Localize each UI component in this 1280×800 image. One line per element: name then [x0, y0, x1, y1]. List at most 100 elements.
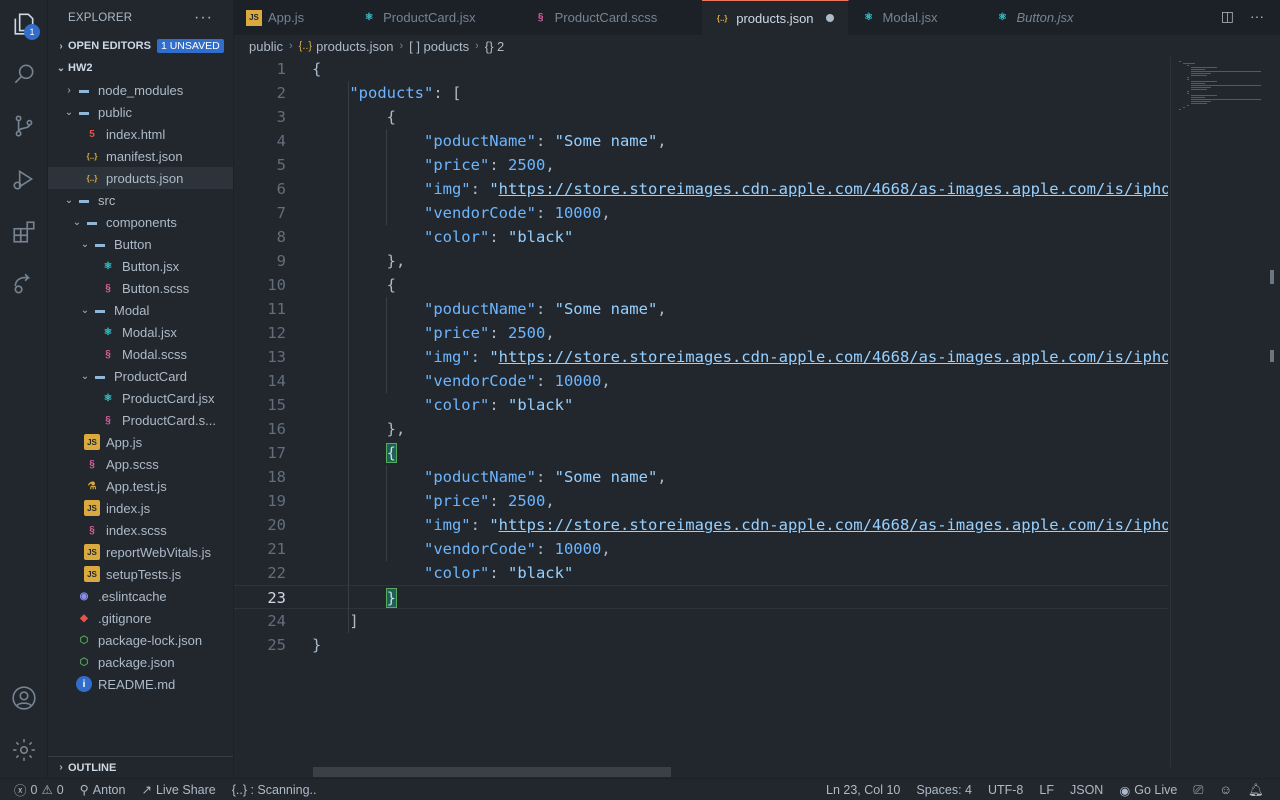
code-line[interactable]: 22 "color": "black"	[234, 561, 1168, 585]
cursor-position[interactable]: Ln 23, Col 10	[818, 783, 908, 797]
code-line[interactable]: 21 "vendorCode": 10000,	[234, 537, 1168, 561]
tree-file[interactable]: ⚛ Modal.jsx	[48, 321, 233, 343]
code-line[interactable]: 2 "poducts": [	[234, 81, 1168, 105]
code-line[interactable]: 11 "poductName": "Some name",	[234, 297, 1168, 321]
tree-file[interactable]: ⚗ App.test.js	[48, 475, 233, 497]
code-line[interactable]: 8 "color": "black"	[234, 225, 1168, 249]
outline-section[interactable]: › OUTLINE	[48, 756, 233, 778]
problems-indicator[interactable]: ⓧ 0 ⚠ 0	[0, 780, 72, 799]
search-icon[interactable]	[10, 60, 38, 88]
tree-file[interactable]: ⚛ Button.jsx	[48, 255, 233, 277]
tree-folder[interactable]: ⌄ ▬ Modal	[48, 299, 233, 321]
explorer-header: EXPLORER ···	[48, 0, 233, 35]
line-number: 15	[267, 396, 286, 414]
tree-folder[interactable]: › ▬ node_modules	[48, 79, 233, 101]
live-share-button[interactable]: ↗ Live Share	[133, 782, 223, 798]
language-mode[interactable]: JSON	[1062, 783, 1111, 797]
breadcrumb-file[interactable]: products.json	[316, 39, 393, 54]
code-line[interactable]: 1{	[234, 57, 1168, 81]
editor-tab[interactable]: ⚛ Modal.jsx	[848, 0, 983, 35]
tree-file[interactable]: § ProductCard.s...	[48, 409, 233, 431]
tree-folder[interactable]: ⌄ ▬ ProductCard	[48, 365, 233, 387]
code-line[interactable]: 5 "price": 2500,	[234, 153, 1168, 177]
terminal-icon[interactable]: ⎚	[1185, 783, 1211, 798]
user-indicator[interactable]: ⚲ Anton	[72, 782, 134, 798]
code-line[interactable]: 18 "poductName": "Some name",	[234, 465, 1168, 489]
code-line[interactable]: 24 ]	[234, 609, 1168, 633]
split-editor-icon[interactable]: ◫	[1221, 8, 1234, 25]
tree-file[interactable]: ◉ .eslintcache	[48, 585, 233, 607]
scss-file-icon: §	[89, 458, 95, 470]
code-line[interactable]: 23 }	[234, 585, 1168, 609]
breadcrumb-object[interactable]: {} 2	[485, 39, 505, 54]
feedback-icon[interactable]: ☺	[1211, 783, 1240, 797]
settings-gear-icon[interactable]	[10, 736, 38, 764]
scrollbar-marker[interactable]	[1270, 270, 1274, 284]
editor-tab[interactable]: ⚛ ProductCard.jsx	[349, 0, 521, 35]
tree-file[interactable]: ⬡ package-lock.json	[48, 629, 233, 651]
more-actions-icon[interactable]: ···	[194, 9, 213, 27]
tree-folder[interactable]: ⌄ ▬ Button	[48, 233, 233, 255]
tree-file[interactable]: § Modal.scss	[48, 343, 233, 365]
run-debug-icon[interactable]	[10, 165, 38, 193]
tree-file[interactable]: § Button.scss	[48, 277, 233, 299]
scrollbar-marker[interactable]	[1270, 350, 1274, 362]
editor-tab[interactable]: § ProductCard.scss	[520, 0, 703, 35]
encoding[interactable]: UTF-8	[980, 783, 1031, 797]
tree-folder[interactable]: ⌄ ▬ public	[48, 101, 233, 123]
code-line[interactable]: 20 "img": "https://store.storeimages.cdn…	[234, 513, 1168, 537]
editor-tab[interactable]: JS App.js	[234, 0, 350, 35]
code-line[interactable]: 17 {	[234, 441, 1168, 465]
remote-icon[interactable]	[10, 270, 38, 298]
code-line[interactable]: 4 "poductName": "Some name",	[234, 129, 1168, 153]
editor-tab[interactable]: ⚛ Button.jsx	[982, 0, 1119, 35]
tree-file[interactable]: 5 index.html	[48, 123, 233, 145]
tree-file[interactable]: ◆ .gitignore	[48, 607, 233, 629]
editor-tab[interactable]: {..} products.json	[702, 0, 849, 35]
end-of-line[interactable]: LF	[1031, 783, 1062, 797]
extensions-icon[interactable]	[10, 218, 38, 246]
open-editors-section[interactable]: › OPEN EDITORS 1 UNSAVED	[48, 35, 233, 57]
tree-file[interactable]: JS index.js	[48, 497, 233, 519]
go-live-button[interactable]: ◉ Go Live	[1111, 783, 1185, 798]
indentation[interactable]: Spaces: 4	[908, 783, 980, 797]
code-line[interactable]: 10 {	[234, 273, 1168, 297]
code-line[interactable]: 9 },	[234, 249, 1168, 273]
code-editor[interactable]: 1{2 "poducts": [3 {4 "poductName": "Some…	[234, 57, 1168, 767]
unsaved-dot-icon[interactable]	[825, 14, 834, 22]
breadcrumb-array[interactable]: [ ] poducts	[409, 39, 469, 54]
tree-file[interactable]: i README.md	[48, 673, 233, 695]
code-line[interactable]: 12 "price": 2500,	[234, 321, 1168, 345]
code-line[interactable]: 19 "price": 2500,	[234, 489, 1168, 513]
tree-file[interactable]: JS setupTests.js	[48, 563, 233, 585]
code-line[interactable]: 6 "img": "https://store.storeimages.cdn-…	[234, 177, 1168, 201]
tree-file[interactable]: ⚛ ProductCard.jsx	[48, 387, 233, 409]
account-icon[interactable]	[10, 684, 38, 712]
code-line[interactable]: 16 },	[234, 417, 1168, 441]
code-line[interactable]: 15 "color": "black"	[234, 393, 1168, 417]
code-line[interactable]: 3 {	[234, 105, 1168, 129]
tree-folder[interactable]: ⌄ ▬ src	[48, 189, 233, 211]
breadcrumb-folder[interactable]: public	[249, 39, 283, 54]
minimap[interactable]	[1170, 57, 1270, 767]
workspace-root-section[interactable]: ⌄ HW2	[48, 57, 233, 79]
code-line[interactable]: 14 "vendorCode": 10000,	[234, 369, 1168, 393]
code-line[interactable]: 25}	[234, 633, 1168, 657]
tree-file[interactable]: {..} manifest.json	[48, 145, 233, 167]
tree-file[interactable]: ⬡ package.json	[48, 651, 233, 673]
code-line[interactable]: 13 "img": "https://store.storeimages.cdn…	[234, 345, 1168, 369]
code-line[interactable]: 7 "vendorCode": 10000,	[234, 201, 1168, 225]
tree-file[interactable]: JS reportWebVitals.js	[48, 541, 233, 563]
source-control-icon[interactable]	[10, 112, 38, 140]
chevron-right-icon: ›	[475, 40, 479, 52]
notifications-icon[interactable]: 🔔︎	[1240, 783, 1272, 798]
tree-file[interactable]: JS App.js	[48, 431, 233, 453]
tree-folder[interactable]: ⌄ ▬ components	[48, 211, 233, 233]
tree-file[interactable]: § App.scss	[48, 453, 233, 475]
tree-file[interactable]: § index.scss	[48, 519, 233, 541]
tree-file[interactable]: {..} products.json	[48, 167, 233, 189]
horizontal-scrollbar[interactable]	[313, 767, 671, 777]
tab-label: products.json	[736, 10, 814, 26]
more-actions-icon[interactable]: ···	[1250, 8, 1264, 25]
react-file-icon: ⚛	[864, 12, 874, 23]
